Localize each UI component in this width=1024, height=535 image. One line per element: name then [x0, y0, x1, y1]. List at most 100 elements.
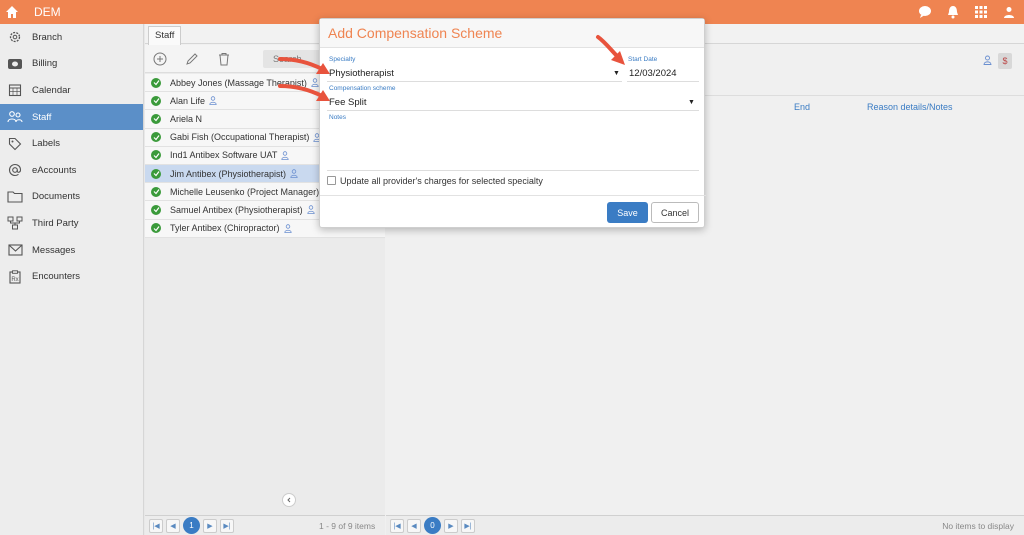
sidebar-item-encounters[interactable]: Rx Encounters — [0, 263, 143, 290]
sidebar-item-branch[interactable]: Branch — [0, 24, 143, 51]
dollar-icon: $ — [1002, 56, 1008, 66]
current-page[interactable]: 0 — [424, 517, 441, 534]
person-icon — [283, 223, 292, 233]
staff-name: Jim Antibex (Physiotherapist) — [170, 168, 287, 179]
staff-name: Alan Life — [170, 95, 206, 106]
staff-icon — [6, 109, 24, 125]
person-icon — [281, 151, 289, 160]
app-title: DEM — [34, 5, 61, 19]
tab-staff[interactable]: Staff — [148, 26, 182, 45]
person-icon — [209, 96, 217, 106]
active-status-icon — [151, 113, 161, 124]
active-status-icon — [151, 186, 161, 197]
compensation-button[interactable]: $ — [998, 53, 1012, 69]
chevron-down-icon[interactable]: ▼ — [613, 70, 620, 77]
start-date-underline — [627, 81, 699, 82]
first-page-button[interactable]: |◀ — [390, 518, 404, 533]
scheme-underline — [327, 110, 699, 111]
column-header-reason[interactable]: Reason details/Notes — [867, 102, 953, 112]
sidebar-item-label: eAccounts — [32, 164, 77, 176]
money-icon — [6, 56, 24, 72]
sidebar-item-staff[interactable]: Staff — [0, 103, 143, 131]
start-date-label: Start Date — [628, 56, 658, 63]
person-icon — [306, 205, 315, 215]
compensation-pager: |◀ ◀ 0 ▶ ▶| No items to display — [386, 515, 1024, 535]
staff-name: Michelle Leusenko (Project Manager) — [170, 186, 320, 197]
last-page-button[interactable]: ▶| — [461, 518, 475, 533]
add-icon[interactable] — [151, 50, 169, 68]
staff-name: Samuel Antibex (Physiotherapist) — [170, 204, 303, 215]
column-header-end[interactable]: End — [794, 102, 810, 112]
pager-info: No items to display — [942, 521, 1014, 531]
start-date-field[interactable]: 12/03/2024 — [629, 68, 677, 79]
specialty-select[interactable]: Physiotherapist — [329, 68, 394, 79]
annotation-arrow-icon — [278, 84, 330, 101]
active-status-icon — [151, 223, 161, 234]
cancel-button[interactable]: Cancel — [651, 202, 699, 223]
collapse-pane-button[interactable] — [282, 493, 296, 507]
envelope-icon — [6, 242, 24, 258]
compensation-toolbar: $ — [983, 53, 1012, 69]
sidebar-item-label: Encounters — [32, 271, 81, 283]
sidebar-item-label: Staff — [32, 111, 52, 123]
staff-pager: |◀ ◀ 1 ▶ ▶| 1 - 9 of 9 items — [145, 515, 385, 535]
next-page-button[interactable]: ▶ — [444, 518, 458, 533]
compensation-scheme-select[interactable]: Fee Split — [329, 97, 367, 108]
apps-grid-icon[interactable] — [972, 3, 990, 21]
tag-icon — [6, 136, 24, 152]
last-page-button[interactable]: ▶| — [220, 518, 234, 533]
current-page[interactable]: 1 — [183, 517, 200, 534]
notes-textarea[interactable] — [327, 123, 699, 169]
pager-info: 1 - 9 of 9 items — [319, 521, 376, 531]
sidebar-item-eaccounts[interactable]: eAccounts — [0, 157, 143, 184]
notes-label: Notes — [329, 114, 346, 121]
person-icon — [290, 169, 298, 178]
staff-name: Ariela N — [170, 113, 203, 124]
folder-icon — [6, 189, 24, 205]
person-icon[interactable] — [983, 54, 992, 68]
sidebar-item-label: Billing — [32, 58, 58, 70]
update-charges-label[interactable]: Update all provider's charges for select… — [340, 176, 543, 186]
sidebar-item-billing[interactable]: Billing — [0, 51, 143, 78]
sidebar: Branch Billing Calendar Staff Labels eAc… — [0, 24, 144, 535]
user-icon[interactable] — [1000, 3, 1018, 21]
notes-underline — [327, 170, 699, 171]
save-button[interactable]: Save — [607, 202, 648, 223]
update-charges-checkbox[interactable] — [327, 176, 336, 185]
sidebar-item-messages[interactable]: Messages — [0, 237, 143, 264]
dialog-footer-divider — [320, 195, 706, 196]
active-status-icon — [151, 150, 161, 161]
sidebar-item-calendar[interactable]: Calendar — [0, 77, 143, 104]
bell-icon[interactable] — [944, 3, 962, 21]
svg-text:Rx: Rx — [11, 277, 18, 283]
active-status-icon — [151, 132, 161, 143]
prev-page-button[interactable]: ◀ — [407, 518, 421, 533]
next-page-button[interactable]: ▶ — [203, 518, 217, 533]
staff-name: Tyler Antibex (Chiropractor) — [170, 223, 280, 234]
sidebar-item-label: Calendar — [32, 84, 71, 96]
sidebar-item-label: Third Party — [32, 217, 79, 229]
sidebar-item-label: Labels — [32, 138, 60, 150]
prev-page-button[interactable]: ◀ — [166, 518, 180, 533]
sidebar-item-third-party[interactable]: Third Party — [0, 210, 143, 237]
sidebar-item-label: Branch — [32, 31, 63, 43]
network-icon — [6, 215, 24, 231]
clipboard-icon: Rx — [6, 269, 24, 285]
sidebar-item-labels[interactable]: Labels — [0, 130, 143, 157]
staff-name: Ind1 Antibex Software UAT — [170, 150, 278, 161]
sidebar-item-documents[interactable]: Documents — [0, 184, 143, 211]
delete-icon[interactable] — [215, 50, 233, 68]
compensation-scheme-label: Compensation scheme — [329, 85, 396, 92]
edit-icon[interactable] — [183, 50, 201, 68]
home-icon[interactable] — [0, 0, 24, 24]
chevron-down-icon[interactable]: ▼ — [688, 99, 695, 106]
sidebar-item-label: Messages — [32, 244, 76, 256]
active-status-icon — [151, 204, 161, 215]
sidebar-item-label: Documents — [32, 191, 81, 203]
chat-icon[interactable] — [916, 3, 934, 21]
add-compensation-scheme-dialog: Add Compensation Scheme Specialty Physio… — [319, 18, 706, 228]
annotation-arrow-icon — [278, 57, 330, 74]
first-page-button[interactable]: |◀ — [149, 518, 163, 533]
active-status-icon — [151, 168, 161, 179]
at-icon — [6, 162, 24, 178]
